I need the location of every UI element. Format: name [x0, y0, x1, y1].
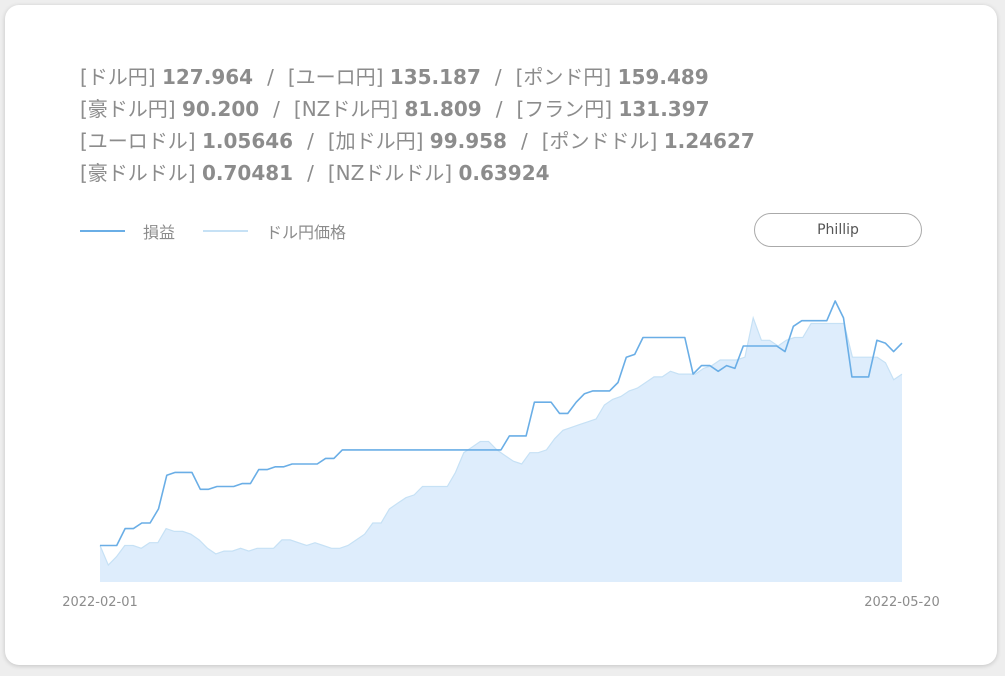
- chart-card: [ドル円] 127.964/[ユーロ円] 135.187/[ポンド円] 159.…: [5, 5, 997, 665]
- line-chart: 2022-02-01 2022-05-20: [62, 300, 940, 610]
- x-tick-label: 2022-02-01: [62, 595, 138, 610]
- x-tick-label: 2022-05-20: [864, 595, 940, 610]
- x-axis-ticks: 2022-02-01 2022-05-20: [62, 595, 940, 610]
